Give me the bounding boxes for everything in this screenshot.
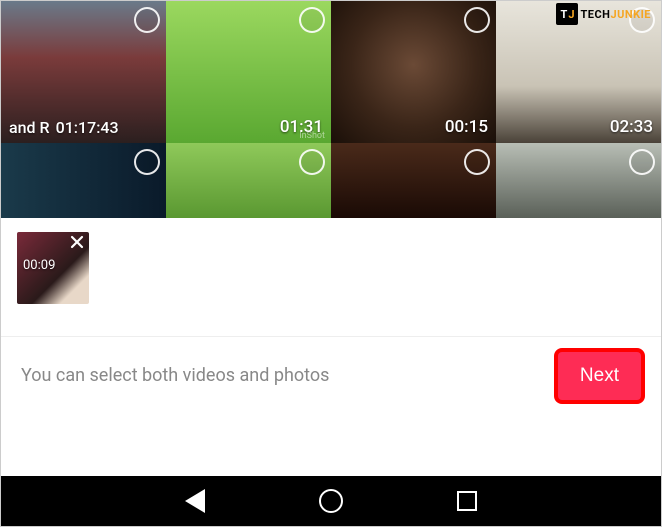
inshot-badge: InShot: [299, 131, 325, 141]
video-thumbnail[interactable]: [331, 143, 496, 218]
video-thumbnail[interactable]: and R01:17:43: [1, 1, 166, 143]
video-thumbnail[interactable]: [1, 143, 166, 218]
video-thumbnail[interactable]: [166, 143, 331, 218]
selected-tray: 00:09: [1, 218, 661, 336]
home-icon[interactable]: [318, 488, 344, 514]
video-thumbnail[interactable]: 00:15: [331, 1, 496, 143]
next-button[interactable]: Next: [558, 352, 641, 400]
android-nav-bar: [1, 476, 661, 526]
duration-label: and R01:17:43: [9, 118, 119, 137]
selected-thumbnail[interactable]: 00:09: [17, 232, 89, 304]
bottom-toolbar: You can select both videos and photos Ne…: [1, 336, 661, 414]
watermark: TECHJUNKIE: [556, 3, 651, 25]
select-circle-icon[interactable]: [464, 149, 490, 175]
video-thumbnail[interactable]: [496, 143, 661, 218]
watermark-logo: [556, 3, 578, 25]
selected-duration: 00:09: [23, 258, 55, 273]
select-circle-icon[interactable]: [134, 149, 160, 175]
hint-text: You can select both videos and photos: [21, 365, 329, 386]
close-icon[interactable]: [68, 235, 86, 253]
duration-label: 02:33: [610, 117, 653, 137]
select-circle-icon[interactable]: [134, 7, 160, 33]
select-circle-icon[interactable]: [299, 149, 325, 175]
duration-label: 00:15: [445, 117, 488, 137]
recents-icon[interactable]: [454, 488, 480, 514]
select-circle-icon[interactable]: [629, 149, 655, 175]
video-gallery: and R01:17:43 01:31 InShot 00:15 02:33: [1, 1, 661, 218]
watermark-text: TECHJUNKIE: [580, 8, 651, 21]
video-thumbnail[interactable]: 01:31 InShot: [166, 1, 331, 143]
select-circle-icon[interactable]: [299, 7, 325, 33]
select-circle-icon[interactable]: [464, 7, 490, 33]
back-icon[interactable]: [182, 488, 208, 514]
